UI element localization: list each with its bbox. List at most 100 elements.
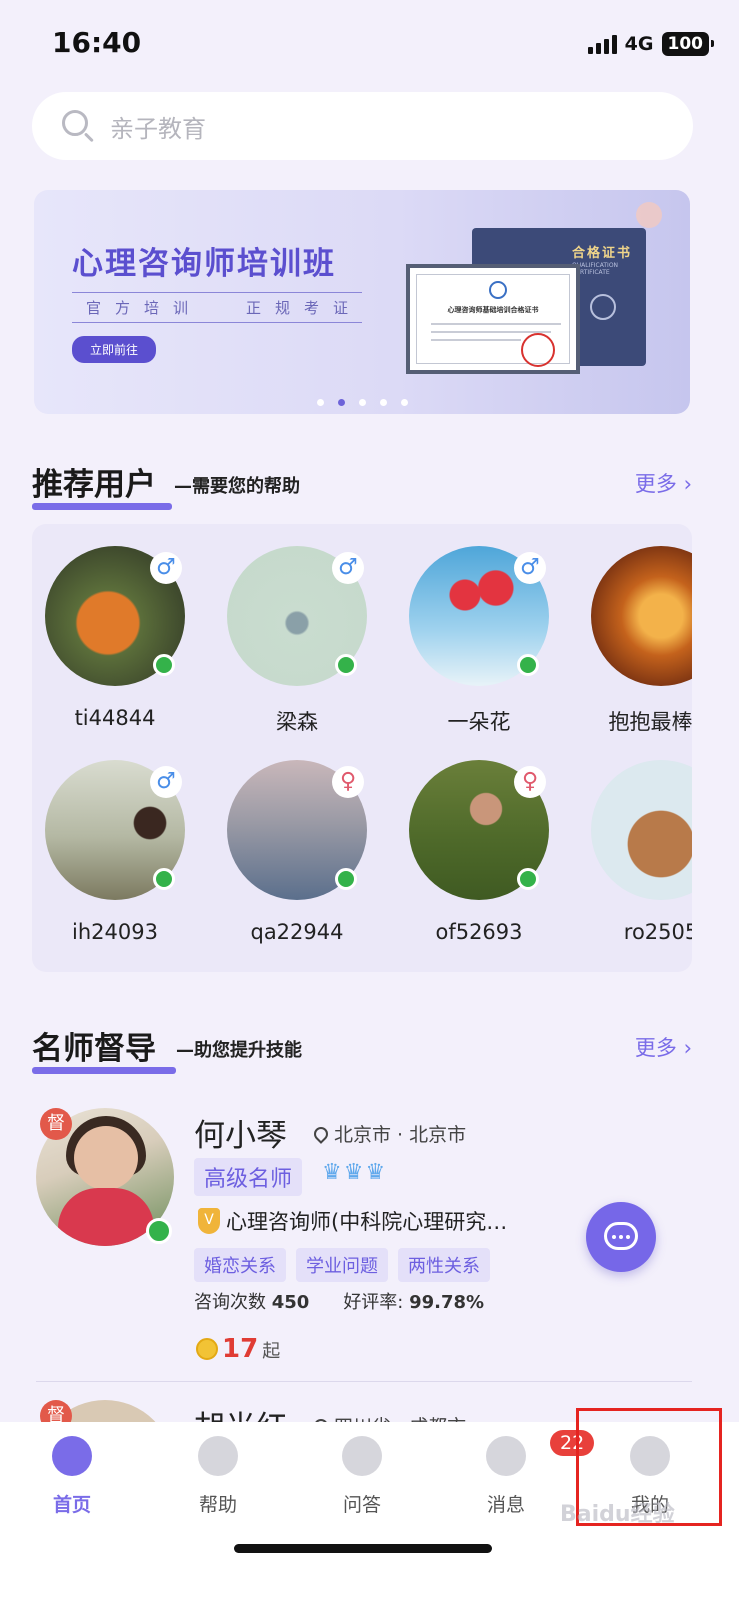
supervisors-section-header: 名师督导 —助您提升技能 更多 ›: [32, 1026, 692, 1076]
online-indicator: [335, 868, 357, 890]
user-card[interactable]: ♀ qa22944: [214, 738, 384, 944]
emblem-icon: [590, 294, 616, 320]
user-card[interactable]: ♂ 一朵花: [396, 524, 566, 734]
certificate-cover-subtitle: QUALIFICATION CERTIFICATE: [572, 262, 619, 276]
supervisor-badge: 督: [40, 1108, 72, 1140]
rating: 好评率: 99.78%: [343, 1292, 485, 1313]
user-name: 一朵花: [447, 710, 511, 734]
promo-banner[interactable]: 心理咨询师培训班 官方培训 正规考证 立即前往 合格证书 QUALIFICATI…: [34, 190, 690, 414]
user-card[interactable]: ♂ ti44844: [32, 524, 202, 730]
certificate-cover-title: 合格证书: [572, 246, 633, 261]
user-name: ro2505: [623, 920, 692, 944]
status-bar: 16:40 4G 100: [0, 0, 739, 88]
location-pin-icon: [311, 1123, 331, 1144]
crown-icons: ♛♛♛: [322, 1160, 388, 1185]
verified-shield-icon: V: [198, 1208, 220, 1234]
home-indicator: [234, 1544, 492, 1553]
battery-icon: 100: [661, 32, 714, 56]
signal-icon: [587, 34, 617, 54]
tab-messages[interactable]: 22 消息: [446, 1430, 595, 1517]
certificate-page-image: 心理咨询师基础培训合格证书: [406, 264, 580, 374]
certificate-page-title: 心理咨询师基础培训合格证书: [447, 306, 539, 314]
teacher-tags: 婚恋关系 学业问题 两性关系: [194, 1248, 490, 1282]
divider: [36, 1381, 692, 1382]
carousel-dots[interactable]: [34, 399, 690, 406]
carousel-dot[interactable]: [379, 399, 387, 406]
male-icon: ♂: [150, 552, 182, 584]
online-indicator: [153, 868, 175, 890]
teacher-stats: 咨询次数 450 好评率: 99.78%: [194, 1288, 484, 1314]
decor-bubble: [636, 202, 662, 228]
consult-count: 咨询次数 450: [194, 1292, 310, 1313]
user-name: ti44844: [74, 706, 156, 730]
tab-help[interactable]: 帮助: [158, 1436, 278, 1517]
online-indicator: [517, 654, 539, 676]
carousel-dot[interactable]: [400, 399, 408, 406]
network-type: 4G: [624, 33, 654, 55]
teacher-name: 何小琴: [194, 1118, 287, 1154]
more-link[interactable]: 更多 ›: [635, 468, 692, 498]
section-subtitle: —需要您的帮助: [174, 476, 300, 497]
status-time: 16:40: [52, 26, 142, 59]
price-value: 17: [222, 1334, 259, 1364]
teacher-qualification: V 心理咨询师(中科院心理研究…: [198, 1206, 507, 1236]
female-icon: ♀: [514, 766, 546, 798]
user-card[interactable]: ♂ 梁森: [214, 524, 384, 734]
banner-subtitle-left: 官方培训: [86, 299, 203, 317]
help-heart-icon: [198, 1436, 238, 1476]
watermark: Baidu经验: [560, 1502, 675, 1527]
banner-title: 心理咨询师培训班: [72, 246, 336, 282]
chat-float-button[interactable]: [586, 1202, 656, 1272]
tab-home[interactable]: 首页: [12, 1436, 132, 1517]
carousel-dot-active[interactable]: [337, 399, 345, 406]
carousel-dot[interactable]: [316, 399, 324, 406]
search-placeholder: 亲子教育: [110, 114, 206, 143]
user-name: of52693: [435, 920, 523, 944]
teacher-level-badge: 高级名师: [194, 1158, 303, 1196]
search-icon: [60, 108, 96, 144]
user-name: 梁森: [276, 710, 318, 734]
banner-go-button[interactable]: 立即前往: [72, 336, 157, 363]
tag: 两性关系: [398, 1248, 490, 1282]
section-subtitle: —助您提升技能: [176, 1040, 302, 1061]
online-indicator: [153, 654, 175, 676]
online-indicator: [146, 1218, 172, 1244]
user-card[interactable]: 抱抱最棒的: [578, 524, 692, 734]
banner-subtitle-right: 正规考证: [245, 299, 362, 317]
tag: 学业问题: [296, 1248, 388, 1282]
question-icon: [342, 1436, 382, 1476]
avatar[interactable]: [591, 546, 692, 686]
carousel-dot[interactable]: [358, 399, 366, 406]
online-indicator: [335, 654, 357, 676]
red-seal-icon: [521, 333, 555, 367]
male-icon: ♂: [150, 766, 182, 798]
user-card[interactable]: ♀ of52693: [396, 738, 566, 944]
tag: 婚恋关系: [194, 1248, 286, 1282]
recommended-users-card: ♂ ti44844 ♂ 梁森 ♂ 一朵花 抱抱最棒的 ♂ ih24093 ♀ q…: [32, 524, 692, 972]
user-name: ih24093: [72, 920, 158, 944]
section-title: 名师督导: [32, 1031, 156, 1067]
male-icon: ♂: [514, 552, 546, 584]
price-suffix: 起: [262, 1341, 281, 1362]
chat-bubble-icon: [604, 1222, 638, 1250]
certificate-logo-icon: [489, 281, 507, 299]
teacher-price: 17 起: [196, 1334, 280, 1364]
home-icon: [52, 1436, 92, 1476]
status-indicators: 4G 100: [587, 32, 714, 56]
user-name: qa22944: [250, 920, 344, 944]
more-link[interactable]: 更多 ›: [635, 1032, 692, 1062]
teacher-location: 北京市 · 北京市: [311, 1120, 466, 1147]
user-card[interactable]: ro2505: [578, 738, 692, 944]
tab-qa[interactable]: 问答: [302, 1436, 422, 1517]
male-icon: ♂: [332, 552, 364, 584]
section-title: 推荐用户: [32, 467, 156, 503]
search-bar[interactable]: 亲子教育: [32, 92, 693, 160]
bell-icon: 22: [486, 1430, 595, 1476]
avatar[interactable]: [591, 760, 692, 900]
recommended-section-header: 推荐用户 —需要您的帮助 更多 ›: [32, 462, 692, 512]
coin-icon: [196, 1338, 218, 1360]
user-name: 抱抱最棒的: [608, 710, 693, 734]
online-indicator: [517, 868, 539, 890]
user-card[interactable]: ♂ ih24093: [32, 738, 202, 944]
female-icon: ♀: [332, 766, 364, 798]
